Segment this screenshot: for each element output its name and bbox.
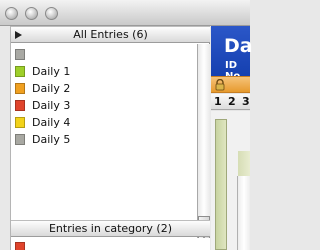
detail-pane: Da ID No 1 2 3 [211, 26, 253, 250]
list-item[interactable] [11, 46, 197, 63]
close-window-button[interactable] [5, 7, 18, 20]
detail-header: Da ID No [211, 26, 253, 82]
minimize-window-button[interactable] [25, 7, 38, 20]
disclosure-triangle-icon[interactable] [15, 31, 22, 39]
detail-scrollbar[interactable] [237, 176, 250, 250]
color-swatch-icon [15, 117, 25, 128]
color-swatch-icon [15, 242, 25, 250]
window-titlebar [0, 0, 250, 26]
entries-in-category-label: Entries in category (2) [48, 222, 173, 235]
color-swatch-icon [15, 49, 25, 60]
entries-panel: All Entries (6) Daily 1 Daily 2 Daily 3 … [10, 26, 210, 250]
color-swatch-icon [15, 83, 25, 94]
list-item[interactable]: Daily 5 [11, 131, 197, 148]
all-entries-header[interactable]: All Entries (6) [11, 26, 210, 43]
entries-scrollbar[interactable] [197, 44, 210, 246]
color-swatch-icon [15, 66, 25, 77]
lock-bar [211, 76, 250, 93]
list-item-label: Daily 3 [32, 99, 71, 112]
detail-title: Da [224, 35, 253, 57]
entries-in-category-header[interactable]: Entries in category (2) [11, 220, 210, 237]
list-item-label: Daily 2 [32, 82, 71, 95]
color-swatch-icon [15, 100, 25, 111]
lock-icon[interactable] [215, 79, 225, 91]
list-item[interactable]: Daily 1 [11, 63, 197, 80]
day-number-row: 1 2 3 [211, 94, 250, 110]
color-swatch-icon [15, 134, 25, 145]
calendar-column[interactable] [215, 119, 227, 250]
zoom-window-button[interactable] [45, 7, 58, 20]
entries-list: Daily 1 Daily 2 Daily 3 Daily 4 Daily 5 [11, 44, 197, 234]
category-list [11, 238, 210, 250]
day-number[interactable]: 2 [228, 95, 236, 108]
list-item-label: Daily 4 [32, 116, 71, 129]
list-item-label: Daily 5 [32, 133, 71, 146]
list-item[interactable]: Daily 2 [11, 80, 197, 97]
list-item-label: Daily 1 [32, 65, 71, 78]
list-item[interactable]: Daily 3 [11, 97, 197, 114]
all-entries-label: All Entries (6) [73, 28, 148, 41]
day-number[interactable]: 3 [242, 95, 250, 108]
day-number[interactable]: 1 [214, 95, 222, 108]
list-item[interactable]: Daily 4 [11, 114, 197, 131]
